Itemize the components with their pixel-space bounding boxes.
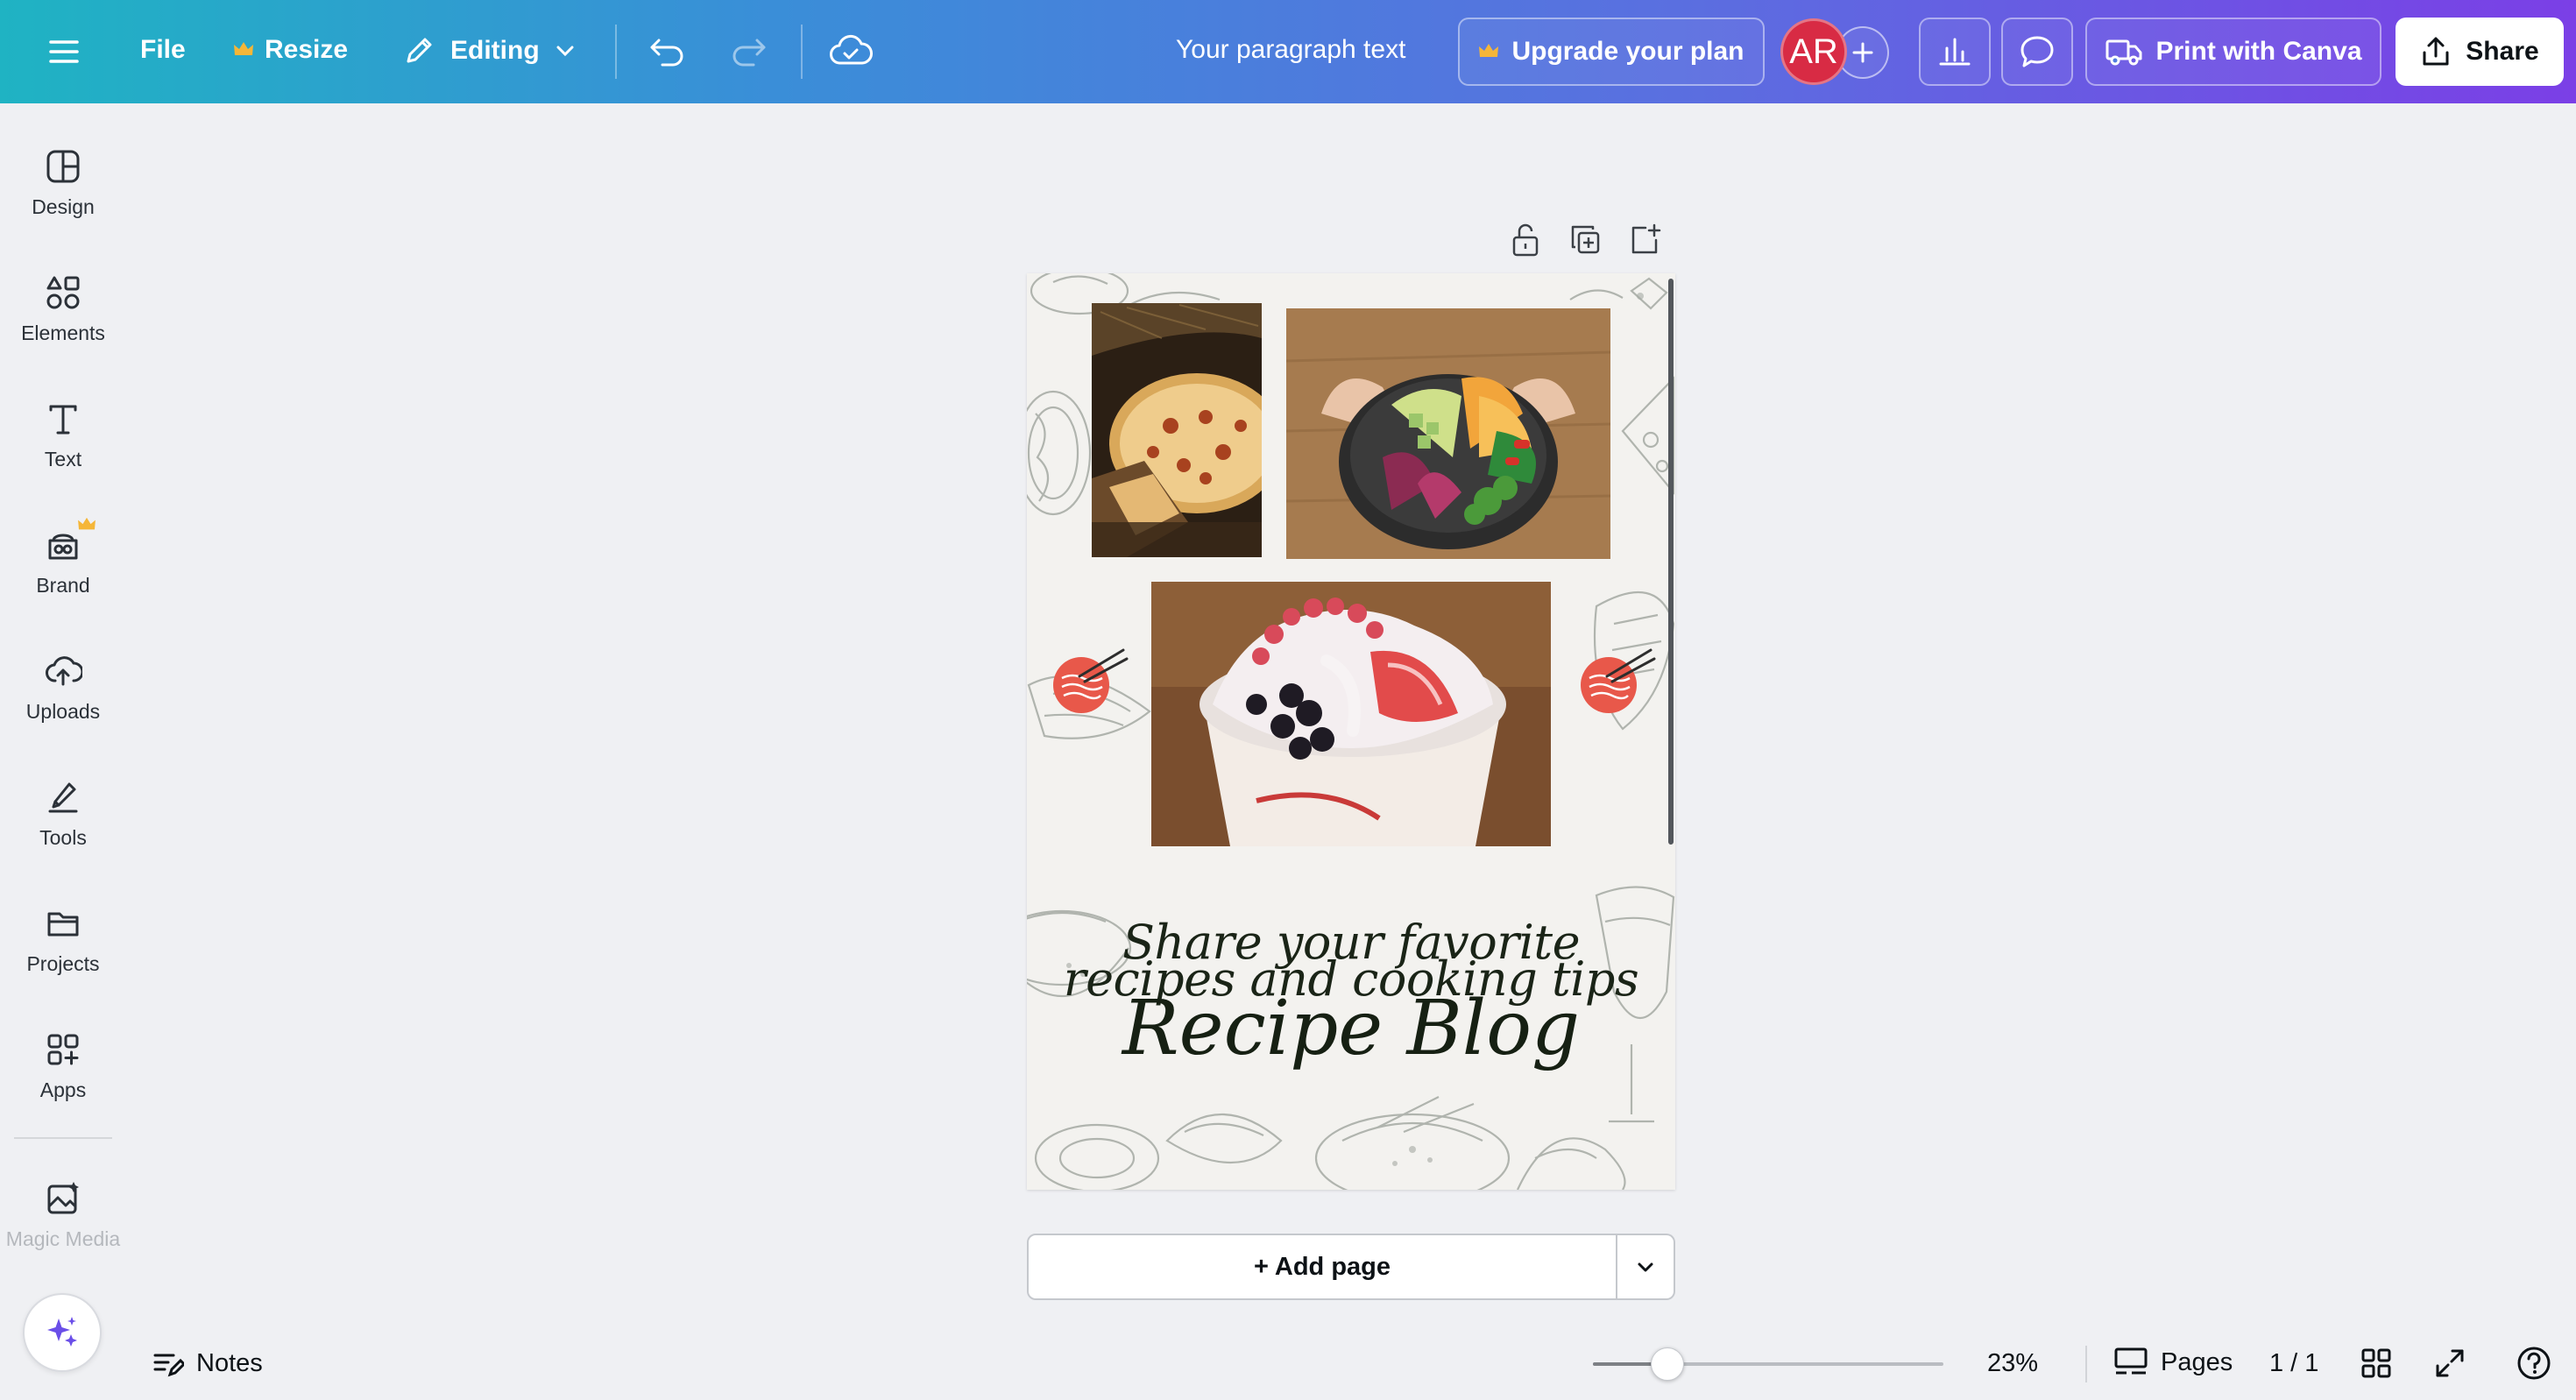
- noodle-bowl-accent-right: [1581, 648, 1656, 713]
- duplicate-page-icon[interactable]: [1568, 223, 1602, 258]
- upgrade-plan-button[interactable]: Upgrade your plan: [1458, 18, 1765, 86]
- print-with-canva-button[interactable]: Print with Canva: [2085, 18, 2381, 86]
- sidebar-item-label: Tools: [39, 825, 87, 849]
- page-scrollbar[interactable]: [1668, 279, 1674, 845]
- file-label: File: [140, 35, 186, 64]
- page-counter-value: 1 / 1: [2269, 1349, 2319, 1377]
- page-actions: [1509, 223, 1661, 258]
- sidebar-item-elements[interactable]: Elements: [0, 252, 126, 366]
- hamburger-menu-icon[interactable]: [46, 33, 82, 70]
- sidebar-item-label: Magic Media: [5, 1227, 121, 1250]
- sidebar-item-label: Design: [32, 194, 95, 218]
- editing-mode-dropdown[interactable]: Editing: [401, 33, 577, 68]
- page-counter: 1 / 1: [2269, 1349, 2318, 1378]
- zoom-percent-value: 23%: [1987, 1349, 2039, 1377]
- resize-button[interactable]: Resize: [233, 35, 348, 65]
- zoom-slider-handle[interactable]: [1651, 1347, 1685, 1381]
- sidebar-item-label: Brand: [36, 573, 90, 597]
- avatar[interactable]: AR: [1780, 18, 1847, 85]
- sidebar-item-uploads[interactable]: Uploads: [0, 631, 126, 745]
- sidebar-item-tools[interactable]: Tools: [0, 757, 126, 871]
- tools-icon: [45, 779, 81, 816]
- magic-media-icon: [45, 1180, 81, 1217]
- pizza-photo[interactable]: [1092, 303, 1262, 557]
- bottom-divider: [2085, 1346, 2087, 1382]
- uploads-icon: [44, 653, 82, 689]
- add-page-icon[interactable]: [1628, 223, 1661, 258]
- zoom-percent[interactable]: 23%: [1987, 1349, 2038, 1378]
- design-icon: [45, 148, 81, 185]
- notes-icon: [152, 1350, 184, 1378]
- sidebar-item-design[interactable]: Design: [0, 126, 126, 240]
- file-menu[interactable]: File: [140, 35, 186, 65]
- document-title[interactable]: Your paragraph text: [1176, 35, 1405, 65]
- delivery-truck-icon: [2105, 36, 2143, 67]
- zoom-slider-track[interactable]: [1593, 1362, 1943, 1366]
- chevron-down-icon: [554, 39, 577, 62]
- pages-icon: [2113, 1346, 2148, 1379]
- elements-icon: [45, 274, 81, 311]
- grid-view-icon[interactable]: [2360, 1347, 2392, 1379]
- cloud-saved-icon[interactable]: [829, 32, 873, 70]
- brand-icon: [45, 527, 81, 563]
- pencil-icon: [401, 33, 436, 68]
- unlock-icon[interactable]: [1509, 223, 1542, 258]
- document-title-text: Your paragraph text: [1176, 35, 1406, 64]
- sidebar-item-label: Uploads: [25, 699, 101, 723]
- magic-assistant-button[interactable]: [23, 1293, 102, 1372]
- share-button[interactable]: Share: [2396, 18, 2564, 86]
- print-label: Print with Canva: [2155, 37, 2362, 66]
- blog-title[interactable]: Recipe Blog: [1027, 985, 1675, 1072]
- fullscreen-icon[interactable]: [2434, 1347, 2466, 1379]
- text-icon: [45, 400, 81, 437]
- insights-button[interactable]: [1919, 18, 1991, 86]
- undo-icon[interactable]: [647, 33, 687, 70]
- add-page-label: + Add page: [1253, 1252, 1391, 1281]
- sidebar-divider: [14, 1137, 112, 1139]
- projects-icon: [45, 905, 81, 942]
- crown-icon: [77, 517, 96, 533]
- design-page[interactable]: Share your favorite recipes and cooking …: [1027, 273, 1675, 1190]
- notes-label: Notes: [196, 1349, 263, 1377]
- share-upload-icon: [2420, 35, 2452, 68]
- sidebar-item-brand[interactable]: Brand: [0, 505, 126, 619]
- redo-icon[interactable]: [729, 33, 769, 70]
- sidebar-item-label: Text: [44, 447, 82, 470]
- salad-bowl-photo[interactable]: [1286, 308, 1610, 559]
- crown-icon: [233, 41, 254, 59]
- comment-icon: [2019, 34, 2056, 69]
- sidebar-item-label: Projects: [26, 951, 100, 975]
- upgrade-label: Upgrade your plan: [1511, 37, 1744, 66]
- comments-button[interactable]: [2001, 18, 2073, 86]
- add-page-options-button[interactable]: [1617, 1234, 1675, 1300]
- sidebar-item-label: Apps: [39, 1078, 87, 1101]
- sidebar-item-projects[interactable]: Projects: [0, 883, 126, 997]
- apps-icon: [45, 1031, 81, 1068]
- crown-icon: [1478, 43, 1499, 60]
- berry-yogurt-photo[interactable]: [1151, 582, 1551, 846]
- top-toolbar: File Resize Editing Your paragraph text …: [0, 0, 2576, 103]
- toolbar-divider: [801, 25, 803, 79]
- resize-label: Resize: [265, 35, 349, 64]
- pages-label: Pages: [2161, 1347, 2233, 1376]
- pages-button[interactable]: Pages: [2113, 1346, 2233, 1379]
- editing-label: Editing: [450, 36, 540, 65]
- chevron-down-icon: [1635, 1256, 1656, 1277]
- notes-button[interactable]: Notes: [152, 1349, 263, 1378]
- help-icon[interactable]: [2516, 1346, 2551, 1381]
- bar-chart-icon: [1937, 34, 1972, 69]
- sidebar-item-text[interactable]: Text: [0, 378, 126, 492]
- sidebar-item-label: Elements: [21, 321, 105, 344]
- sparkle-icon: [43, 1313, 81, 1352]
- left-sidebar: Design Elements Text Brand Uploads Tools: [0, 103, 128, 1400]
- sidebar-item-apps[interactable]: Apps: [0, 1009, 126, 1123]
- sidebar-item-magic-media[interactable]: Magic Media: [0, 1158, 126, 1272]
- add-page-button[interactable]: + Add page: [1027, 1234, 1617, 1300]
- share-label: Share: [2466, 37, 2539, 66]
- toolbar-divider: [615, 25, 617, 79]
